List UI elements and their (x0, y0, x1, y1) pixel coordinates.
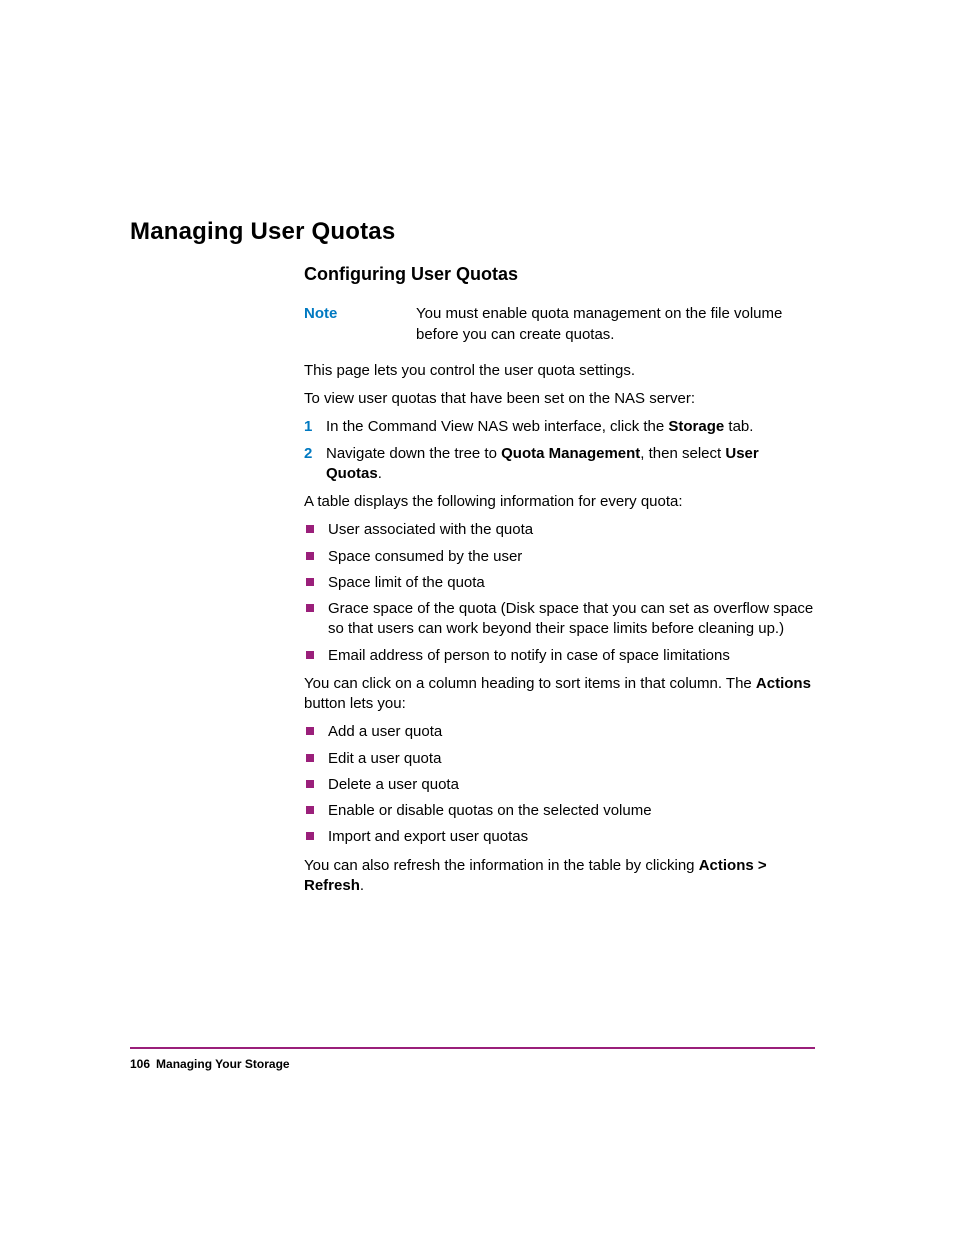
bullet-text: Email address of person to notify in cas… (328, 646, 814, 666)
list-item: Email address of person to notify in cas… (304, 646, 814, 666)
bullet-text: Import and export user quotas (328, 827, 814, 847)
square-bullet-icon (306, 552, 314, 560)
page-number: 106 (130, 1057, 150, 1071)
footer-rule (130, 1047, 815, 1049)
list-item: Delete a user quota (304, 775, 814, 795)
text-run: You can click on a column heading to sor… (304, 675, 756, 692)
unordered-list: User associated with the quota Space con… (304, 520, 814, 666)
list-item: Add a user quota (304, 722, 814, 742)
square-bullet-icon (306, 806, 314, 814)
ordered-list: 1 In the Command View NAS web interface,… (304, 417, 814, 484)
text-run: In the Command View NAS web interface, c… (326, 418, 668, 435)
bullet-text: Space limit of the quota (328, 573, 814, 593)
note-block: Note You must enable quota management on… (304, 304, 814, 345)
list-item: Enable or disable quotas on the selected… (304, 801, 814, 821)
paragraph: To view user quotas that have been set o… (304, 389, 814, 409)
list-item: Edit a user quota (304, 749, 814, 769)
bullet-text: Grace space of the quota (Disk space tha… (328, 599, 814, 640)
square-bullet-icon (306, 578, 314, 586)
bullet-text: Add a user quota (328, 722, 814, 742)
paragraph: You can also refresh the information in … (304, 856, 814, 897)
square-bullet-icon (306, 727, 314, 735)
bullet-text: Space consumed by the user (328, 547, 814, 567)
note-text: You must enable quota management on the … (416, 304, 814, 345)
square-bullet-icon (306, 604, 314, 612)
page-footer: 106 Managing Your Storage (130, 1057, 290, 1071)
bullet-text: User associated with the quota (328, 520, 814, 540)
square-bullet-icon (306, 754, 314, 762)
square-bullet-icon (306, 651, 314, 659)
bullet-text: Edit a user quota (328, 749, 814, 769)
square-bullet-icon (306, 832, 314, 840)
list-item: Space consumed by the user (304, 547, 814, 567)
bullet-text: Delete a user quota (328, 775, 814, 795)
content-column: Configuring User Quotas Note You must en… (304, 262, 814, 904)
list-item: Grace space of the quota (Disk space tha… (304, 599, 814, 640)
note-label: Note (304, 304, 416, 345)
step-number: 1 (304, 417, 326, 437)
text-run: . (360, 877, 364, 894)
bold-text: Quota Management (501, 445, 640, 462)
list-item: Import and export user quotas (304, 827, 814, 847)
unordered-list: Add a user quota Edit a user quota Delet… (304, 722, 814, 847)
list-item: 2 Navigate down the tree to Quota Manage… (304, 444, 814, 485)
square-bullet-icon (306, 780, 314, 788)
paragraph: You can click on a column heading to sor… (304, 674, 814, 715)
text-run: You can also refresh the information in … (304, 857, 699, 874)
list-item: Space limit of the quota (304, 573, 814, 593)
text-run: tab. (724, 418, 753, 435)
paragraph: This page lets you control the user quot… (304, 361, 814, 381)
bold-text: Storage (668, 418, 724, 435)
step-text: Navigate down the tree to Quota Manageme… (326, 444, 814, 485)
bullet-text: Enable or disable quotas on the selected… (328, 801, 814, 821)
footer-title: Managing Your Storage (156, 1057, 290, 1071)
paragraph: A table displays the following informati… (304, 492, 814, 512)
page: Managing User Quotas Configuring User Qu… (0, 0, 954, 1235)
step-number: 2 (304, 444, 326, 485)
square-bullet-icon (306, 525, 314, 533)
text-run: Navigate down the tree to (326, 445, 501, 462)
step-text: In the Command View NAS web interface, c… (326, 417, 814, 437)
list-item: 1 In the Command View NAS web interface,… (304, 417, 814, 437)
list-item: User associated with the quota (304, 520, 814, 540)
text-run: button lets you: (304, 695, 406, 712)
heading-1: Managing User Quotas (130, 218, 395, 246)
text-run: . (378, 465, 382, 482)
text-run: , then select (640, 445, 725, 462)
bold-text: Actions (756, 675, 811, 692)
heading-2: Configuring User Quotas (304, 262, 814, 286)
